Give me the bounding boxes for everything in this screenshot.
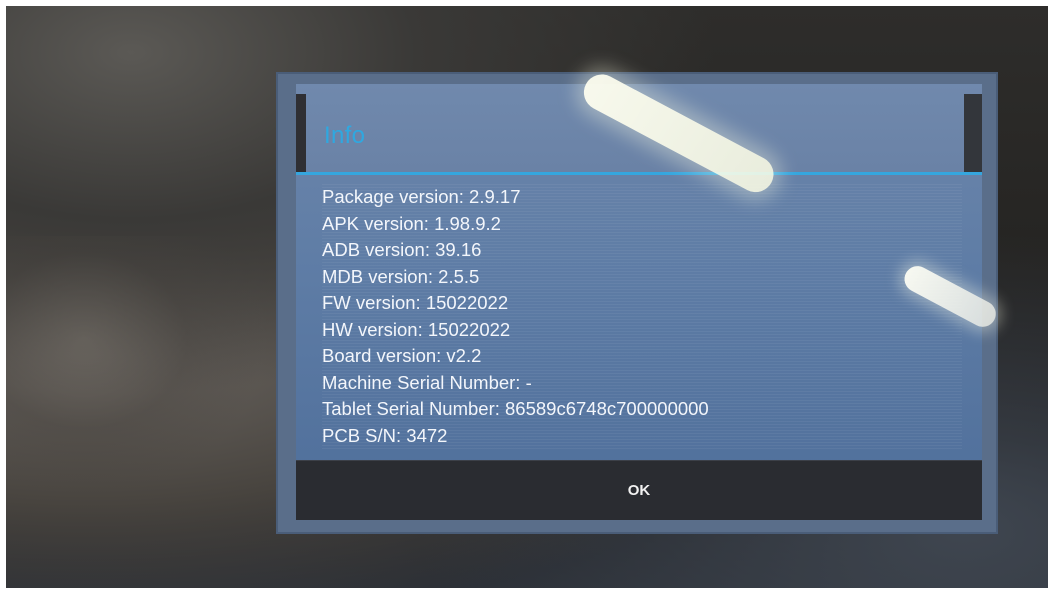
fw-version-text: FW version: 15022022 <box>322 292 509 313</box>
tablet-serial-text: Tablet Serial Number: 86589c6748c7000000… <box>322 398 709 419</box>
apk-version-text: APK version: 1.98.9.2 <box>322 212 501 234</box>
ok-button[interactable]: OK <box>296 461 982 520</box>
title-bar-edge-left <box>296 94 306 172</box>
adb-version-text: ADB version: 39.16 <box>322 239 482 260</box>
title-bar-edge-right <box>964 94 982 172</box>
dialog-button-bar: OK <box>296 460 982 520</box>
info-dialog: Info Package version: 2.9.17 APK version… <box>278 74 996 532</box>
hw-version-text: HW version: 15022022 <box>322 318 511 340</box>
pcb-serial-text: PCB S/N: 3472 <box>322 424 448 446</box>
mdb-version-text: MDB version: 2.5.5 <box>322 265 480 287</box>
machine-serial-text: Machine Serial Number: - <box>322 371 532 393</box>
board-version-text: Board version: v2.2 <box>322 345 482 366</box>
title-divider <box>296 172 982 175</box>
package-version-text: Package version: 2.9.17 <box>322 186 521 207</box>
dialog-title: Info <box>324 122 366 149</box>
dialog-panel: Info Package version: 2.9.17 APK version… <box>296 84 982 520</box>
info-content: Package version: 2.9.17 APK version: 1.9… <box>322 184 962 449</box>
photo-background: Info Package version: 2.9.17 APK version… <box>6 6 1048 588</box>
